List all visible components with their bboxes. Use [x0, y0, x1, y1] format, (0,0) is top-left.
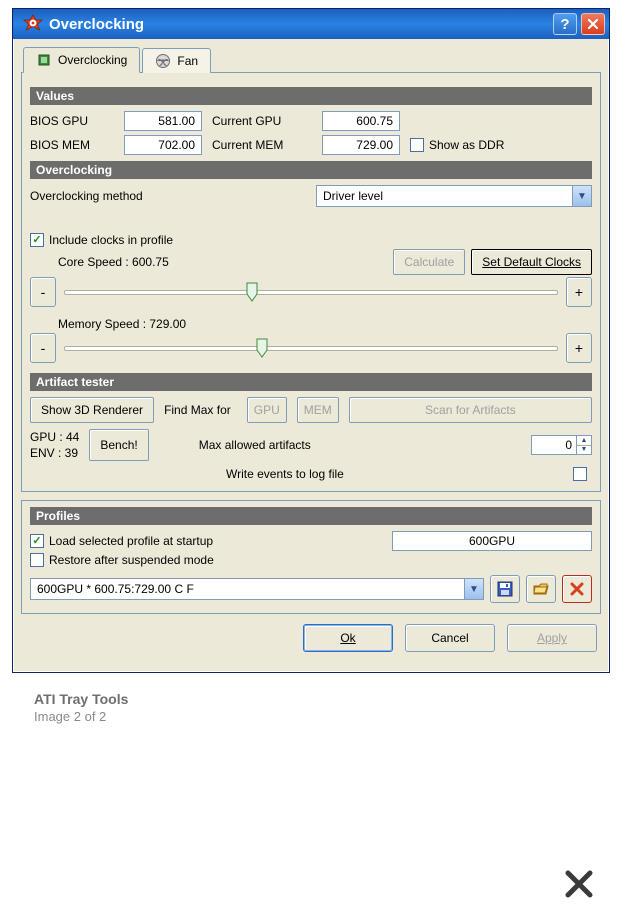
chevron-down-icon: ▼	[464, 579, 483, 599]
checkbox-icon	[30, 553, 44, 567]
oc-method-value: Driver level	[317, 189, 572, 203]
titlebar: Overclocking ?	[13, 9, 609, 39]
slider-handle-icon[interactable]	[246, 282, 258, 302]
memory-speed-minus-button[interactable]: -	[30, 333, 56, 363]
close-button[interactable]	[581, 13, 605, 35]
set-default-clocks-button[interactable]: Set Default Clocks	[471, 249, 592, 275]
chevron-down-icon: ▼	[572, 186, 591, 206]
gpu-temp-label: GPU : 44	[30, 429, 79, 445]
spin-up-icon[interactable]: ▲	[577, 436, 591, 446]
close-icon	[564, 869, 594, 899]
save-icon	[497, 581, 513, 597]
section-values-header: Values	[30, 87, 592, 105]
tab-overclocking-label: Overclocking	[58, 53, 127, 67]
caption-subtitle: Image 2 of 2	[34, 709, 600, 724]
env-temp-label: ENV : 39	[30, 445, 79, 461]
memory-speed-plus-button[interactable]: +	[566, 333, 592, 363]
show-ddr-checkbox[interactable]: Show as DDR	[410, 138, 592, 152]
spin-down-icon[interactable]: ▼	[577, 446, 591, 455]
show-3d-renderer-button[interactable]: Show 3D Renderer	[30, 397, 154, 423]
oc-method-label: Overclocking method	[30, 189, 310, 203]
chip-icon	[36, 52, 52, 68]
memory-speed-slider[interactable]	[64, 338, 558, 358]
window-title: Overclocking	[49, 16, 553, 33]
write-log-label: Write events to log file	[226, 467, 567, 481]
folder-open-icon	[533, 581, 549, 597]
find-max-mem-button[interactable]: MEM	[297, 397, 339, 423]
profiles-panel: Profiles Load selected profile at startu…	[21, 500, 601, 614]
caption-title: ATI Tray Tools	[34, 691, 600, 707]
include-clocks-checkbox[interactable]: Include clocks in profile	[30, 233, 592, 247]
profile-select-value: 600GPU * 600.75:729.00 C F	[31, 582, 464, 596]
bios-gpu-label: BIOS GPU	[30, 114, 108, 128]
fan-icon	[155, 53, 171, 69]
memory-speed-label: Memory Speed : 729.00	[58, 317, 186, 331]
restore-suspend-label: Restore after suspended mode	[49, 553, 214, 567]
max-artifacts-value: 0	[532, 436, 576, 454]
find-max-label: Find Max for	[164, 403, 231, 417]
open-profile-button[interactable]	[526, 575, 556, 603]
close-lightbox-button[interactable]	[564, 869, 594, 902]
checkbox-icon	[410, 138, 424, 152]
current-mem-label: Current MEM	[212, 138, 306, 152]
section-profiles-header: Profiles	[30, 507, 592, 525]
app-icon	[23, 14, 43, 34]
bios-gpu-value: 581.00	[124, 111, 202, 131]
checkbox-icon	[30, 233, 44, 247]
bench-button[interactable]: Bench!	[89, 429, 148, 461]
delete-profile-button[interactable]	[562, 575, 592, 603]
bios-mem-value: 702.00	[124, 135, 202, 155]
cancel-button[interactable]: Cancel	[405, 624, 495, 652]
tab-fan-label: Fan	[177, 54, 198, 68]
core-speed-plus-button[interactable]: +	[566, 277, 592, 307]
include-clocks-label: Include clocks in profile	[49, 233, 173, 247]
help-button[interactable]: ?	[553, 13, 577, 35]
find-max-gpu-button[interactable]: GPU	[247, 397, 287, 423]
tab-overclocking[interactable]: Overclocking	[23, 47, 140, 73]
current-gpu-value: 600.75	[322, 111, 400, 131]
core-speed-slider[interactable]	[64, 282, 558, 302]
dialog-window: Overclocking ? Overclocking	[12, 8, 610, 673]
write-log-checkbox[interactable]	[573, 467, 587, 481]
apply-button[interactable]: Apply	[507, 624, 597, 652]
bios-mem-label: BIOS MEM	[30, 138, 108, 152]
delete-icon	[570, 582, 584, 596]
checkbox-icon	[30, 534, 44, 548]
core-speed-label: Core Speed : 600.75	[58, 255, 387, 269]
current-gpu-label: Current GPU	[212, 114, 306, 128]
profile-select[interactable]: 600GPU * 600.75:729.00 C F ▼	[30, 578, 484, 600]
oc-method-select[interactable]: Driver level ▼	[316, 185, 592, 207]
load-profile-startup-checkbox[interactable]: Load selected profile at startup	[30, 534, 392, 548]
core-speed-minus-button[interactable]: -	[30, 277, 56, 307]
tab-fan[interactable]: Fan	[142, 48, 211, 73]
calculate-button[interactable]: Calculate	[393, 249, 465, 275]
section-oc-header: Overclocking	[30, 161, 592, 179]
save-profile-button[interactable]	[490, 575, 520, 603]
tab-strip: Overclocking Fan	[23, 47, 601, 73]
slider-handle-icon[interactable]	[256, 338, 268, 358]
load-profile-startup-label: Load selected profile at startup	[49, 534, 213, 548]
ok-button[interactable]: Ok	[303, 624, 393, 652]
dialog-buttons: Ok Cancel Apply	[21, 614, 601, 664]
profile-name-field[interactable]: 600GPU	[392, 531, 592, 551]
tab-panel: Values BIOS GPU 581.00 Current GPU 600.7…	[21, 72, 601, 492]
show-ddr-label: Show as DDR	[429, 138, 504, 152]
scan-artifacts-button[interactable]: Scan for Artifacts	[349, 397, 592, 423]
current-mem-value: 729.00	[322, 135, 400, 155]
max-artifacts-spinner[interactable]: 0 ▲▼	[531, 435, 592, 455]
restore-suspend-checkbox[interactable]: Restore after suspended mode	[30, 553, 592, 567]
max-artifacts-label: Max allowed artifacts	[199, 438, 515, 452]
image-caption: ATI Tray Tools Image 2 of 2	[12, 673, 610, 724]
section-artifact-header: Artifact tester	[30, 373, 592, 391]
